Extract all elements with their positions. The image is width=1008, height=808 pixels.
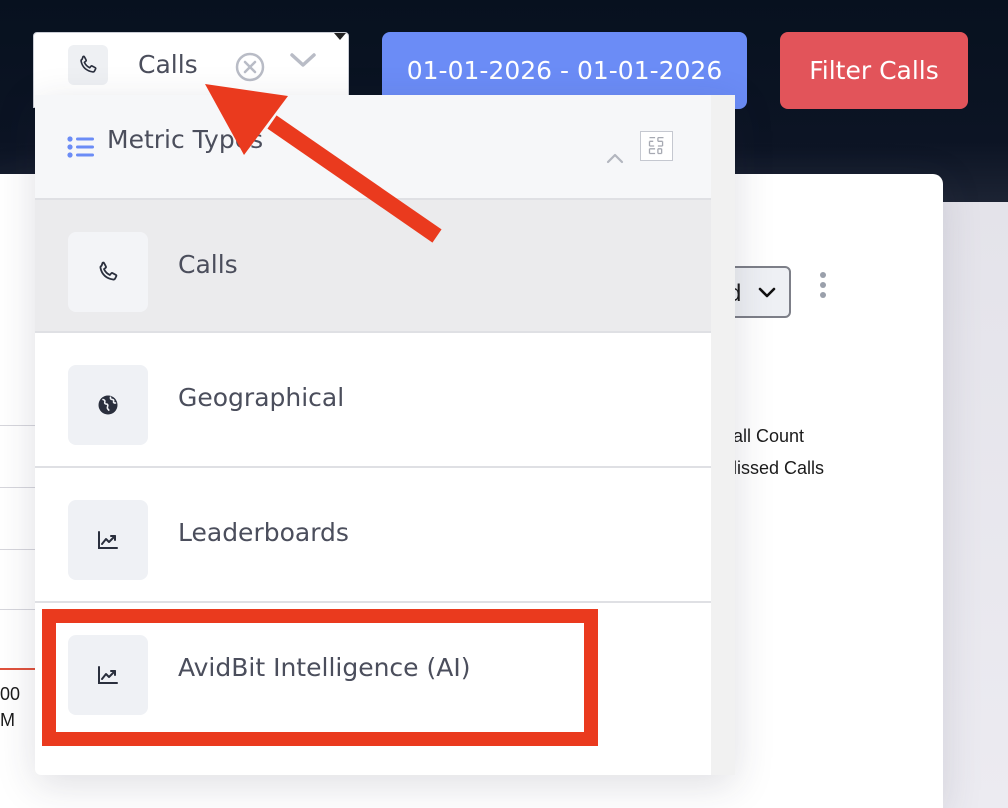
dropdown-item-leaderboards[interactable]: Leaderboards [35, 466, 711, 601]
axis-label-fragment: M [0, 710, 15, 730]
dropdown-item-avidbit-intelligence[interactable]: AvidBit Intelligence (AI) [35, 601, 711, 736]
phone-icon [68, 45, 108, 85]
divider [0, 425, 40, 426]
dropdown-title: Metric Types [107, 125, 264, 154]
legend-missed-calls: lissed Calls [733, 458, 825, 478]
filter-calls-button[interactable]: Filter Calls [780, 32, 968, 109]
divider [0, 487, 40, 488]
chart-line-fragment [0, 668, 40, 670]
trending-up-icon [68, 500, 148, 580]
qr-code-icon[interactable] [640, 131, 673, 161]
dropdown-item-label: Calls [178, 250, 238, 279]
clear-selection-icon[interactable] [234, 51, 266, 83]
globe-icon [68, 365, 148, 445]
resize-corner-icon [334, 33, 346, 40]
axis-label-fragment: 00 [0, 684, 21, 704]
dropdown-item-label: AvidBit Intelligence (AI) [178, 653, 471, 682]
metric-types-dropdown: Metric Types Calls Geographical Leaderbo… [35, 95, 735, 775]
dropdown-header: Metric Types [35, 95, 711, 198]
chevron-down-icon [758, 287, 776, 298]
divider [0, 609, 40, 610]
list-icon [67, 136, 94, 158]
divider [0, 549, 40, 550]
dropdown-scrollbar[interactable] [711, 95, 735, 775]
legend-call-count: all Count [733, 426, 805, 446]
dropdown-item-geographical[interactable]: Geographical [35, 331, 711, 466]
chevron-down-icon[interactable] [288, 49, 318, 73]
dropdown-item-label: Leaderboards [178, 518, 349, 547]
more-options-icon[interactable] [817, 272, 829, 302]
phone-icon [68, 232, 148, 312]
chevron-up-icon[interactable] [605, 151, 625, 165]
dropdown-item-label: Geographical [178, 383, 345, 412]
trending-up-icon [68, 635, 148, 715]
dropdown-item-calls[interactable]: Calls [35, 198, 711, 333]
selected-metric-label: Calls [138, 50, 198, 79]
